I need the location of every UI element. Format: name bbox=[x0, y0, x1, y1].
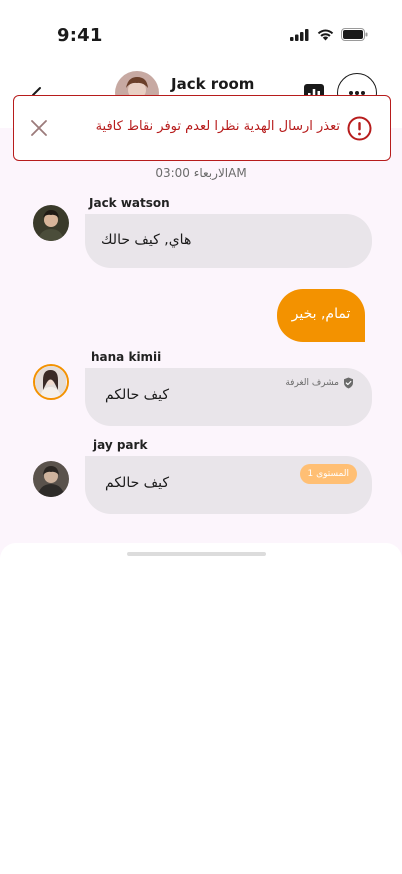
room-title: Jack room bbox=[171, 75, 255, 93]
message-bubble[interactable]: هاي, كيف حالك bbox=[85, 214, 372, 268]
message-bubble[interactable]: مشرف الغرفة كيف حالكم bbox=[85, 368, 372, 426]
status-bar: 9:41 bbox=[0, 0, 402, 64]
sender-name: Jack watson bbox=[89, 196, 170, 210]
error-alert: تعذر ارسال الهدية نظرا لعدم توفر نقاط كا… bbox=[13, 95, 391, 161]
moderator-badge: مشرف الغرفة bbox=[285, 377, 354, 389]
message-bubble[interactable]: المستوى 1 كيف حالكم bbox=[85, 456, 372, 514]
signal-icon bbox=[290, 28, 309, 41]
outgoing-message-bubble[interactable]: تمام, بخير bbox=[277, 289, 365, 342]
message-text: تمام, بخير bbox=[291, 306, 351, 322]
alert-icon bbox=[347, 116, 372, 141]
alert-message: تعذر ارسال الهدية نظرا لعدم توفر نقاط كا… bbox=[95, 119, 340, 134]
moderator-badge-label: مشرف الغرفة bbox=[285, 378, 339, 388]
sender-name: hana kimii bbox=[91, 350, 162, 364]
message-text: كيف حالكم bbox=[105, 387, 170, 403]
status-icons bbox=[290, 28, 368, 41]
avatar[interactable] bbox=[33, 461, 69, 497]
avatar[interactable] bbox=[33, 364, 69, 400]
sheet-drag-handle[interactable] bbox=[127, 552, 266, 556]
date-separator: الاربعاء 03:00AM bbox=[155, 166, 247, 180]
avatar[interactable] bbox=[33, 205, 69, 241]
level-badge: المستوى 1 bbox=[299, 464, 357, 484]
shield-check-icon bbox=[344, 377, 353, 389]
wifi-icon bbox=[317, 29, 334, 40]
message-text: هاي, كيف حالك bbox=[101, 232, 192, 248]
status-time: 9:41 bbox=[57, 25, 103, 46]
message-text: كيف حالكم bbox=[105, 475, 170, 491]
close-icon[interactable] bbox=[30, 119, 48, 137]
battery-icon bbox=[341, 28, 368, 41]
bottom-sheet bbox=[0, 543, 402, 874]
sender-name: jay park bbox=[93, 438, 148, 452]
